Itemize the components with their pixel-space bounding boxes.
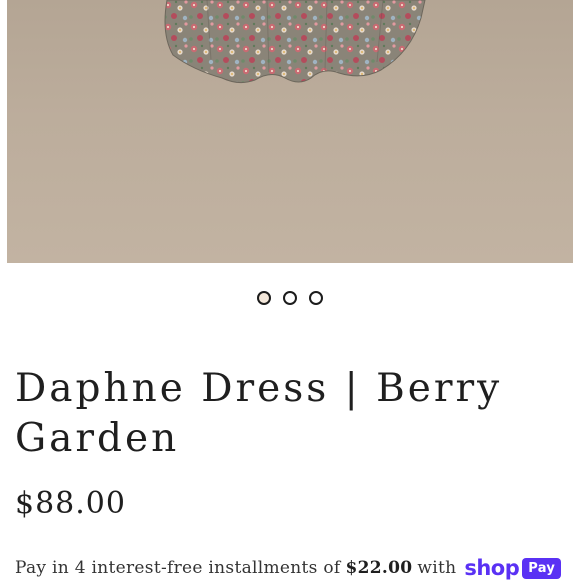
shop-pay-logo[interactable]: shop Pay	[464, 556, 562, 580]
product-title: Daphne Dress | Berry Garden	[15, 366, 503, 461]
product-image[interactable]	[7, 0, 573, 263]
carousel-dot-1[interactable]	[257, 291, 271, 305]
carousel-dots	[0, 291, 580, 309]
shop-pay-shop-word: shop	[464, 556, 520, 580]
installments-prefix: Pay in 4 interest-free installments of	[15, 558, 341, 578]
product-page: Daphne Dress | Berry Garden $88.00 Pay i…	[0, 0, 580, 580]
installment-amount: $22.00	[345, 558, 413, 578]
dress-illustration	[164, 0, 426, 84]
installments-message: Pay in 4 interest-free installments of $…	[15, 554, 562, 580]
carousel-dot-2[interactable]	[283, 291, 297, 305]
shop-pay-pay-box: Pay	[522, 557, 562, 579]
installments-with: with	[417, 558, 457, 578]
carousel-dot-3[interactable]	[309, 291, 323, 305]
product-price: $88.00	[15, 486, 126, 521]
